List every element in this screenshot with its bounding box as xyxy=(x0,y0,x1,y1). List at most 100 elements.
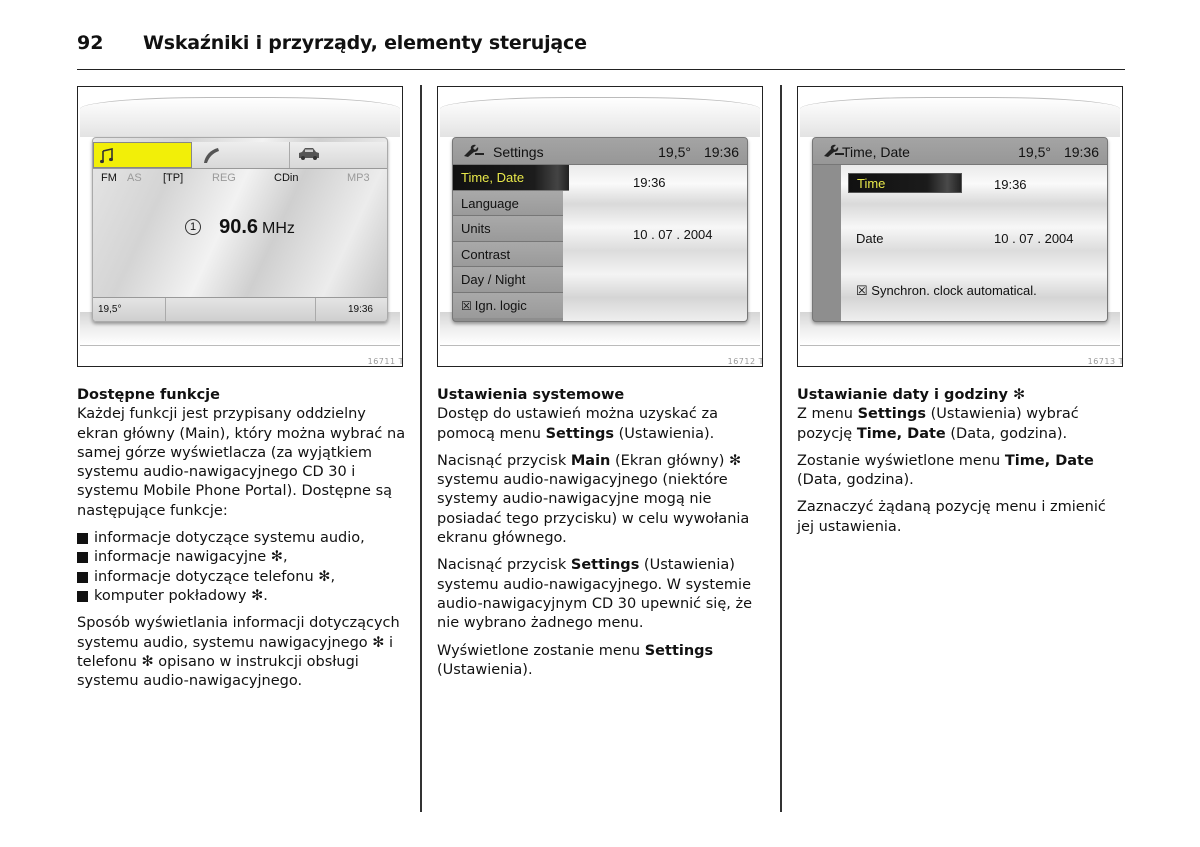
text-run: (Data, godzina). xyxy=(945,425,1068,442)
paragraph: Zostanie wyświetlone menu Time, Date (Da… xyxy=(797,452,1127,491)
page-header: 92 Wskaźniki i przyrządy, elementy steru… xyxy=(77,30,1125,70)
figure-audio-screen: FM AS [TP] REG CDin MP3 1 90.6 MHz 19,5° 1… xyxy=(77,86,403,367)
paragraph: Z menu Settings (Ustawienia) wybrać pozy… xyxy=(797,405,1127,444)
clock-time: 19:36 xyxy=(347,304,373,315)
text-bold: Time, Date xyxy=(1004,452,1094,469)
status-divider xyxy=(165,298,166,321)
outside-temperature: 19,5° xyxy=(98,304,122,315)
clock-time: 19:36 xyxy=(1063,144,1099,160)
paragraph: Zaznaczyć żądaną pozycję menu i zmienić … xyxy=(797,498,1127,537)
optional-equipment-icon: ✻ xyxy=(728,452,742,469)
car-icon xyxy=(299,148,319,160)
paragraph: Sposób wyświetlania informacji dotyczący… xyxy=(77,614,407,691)
paragraph: Nacisnąć przycisk Main (Ekran główny) ✻ … xyxy=(437,452,767,548)
text-run: systemu audio-nawigacyjnego (niektóre sy… xyxy=(437,472,750,547)
list-item-text: informacje nawigacyjne xyxy=(94,549,271,566)
checkbox-checked-icon[interactable]: ☒ xyxy=(856,283,868,298)
optional-equipment-icon: ✻ xyxy=(1013,387,1026,403)
mode-fm: FM xyxy=(101,172,117,184)
list-item: komputer pokładowy ✻. xyxy=(77,587,407,606)
text-bold: Settings xyxy=(857,406,927,423)
figure-code: 16712 T xyxy=(727,357,763,366)
menu-item-language[interactable]: Language xyxy=(453,190,563,216)
text-run: Wyświetlone zostanie menu xyxy=(437,642,645,659)
list-item: informacje dotyczące systemu audio, xyxy=(77,529,407,548)
list-item-punct: , xyxy=(330,568,336,585)
main-tabs xyxy=(93,142,387,169)
text-run: Z menu xyxy=(797,406,858,423)
text-run: (Data, godzina). xyxy=(797,472,914,489)
mode-cdin: CDin xyxy=(274,172,299,184)
menu-item-label: Ign. logic xyxy=(474,297,527,313)
frequency-display: 1 90.6 MHz xyxy=(93,216,387,239)
figure-settings-screen: Settings 19,5° 19:36 19:36 10 . 07 . 200… xyxy=(437,86,763,367)
paragraph: Nacisnąć przycisk Settings (Ustawienia) … xyxy=(437,556,767,633)
wrench-settings-icon xyxy=(464,144,484,157)
menu-item-units[interactable]: Units xyxy=(453,216,563,242)
list-item-text: informacje dotyczące systemu audio, xyxy=(94,530,365,547)
date-value: 10 . 07 . 2004 xyxy=(633,227,713,242)
optional-equipment-icon: ✻ xyxy=(141,653,154,670)
text-bold: Time, Date xyxy=(856,425,946,442)
display-bezel-top xyxy=(800,97,1120,137)
list-item: informacje dotyczące telefonu ✻, xyxy=(77,568,407,587)
frequency-value: 90.6 xyxy=(219,216,259,238)
text-bold: Main xyxy=(570,452,611,469)
outside-temperature: 19,5° xyxy=(1018,144,1051,160)
optional-equipment-icon: ✻ xyxy=(270,549,283,566)
tab-vehicle[interactable] xyxy=(290,142,387,168)
mode-mp3: MP3 xyxy=(347,172,370,184)
list-item-punct: , xyxy=(282,549,288,566)
list-item: informacje nawigacyjne ✻, xyxy=(77,548,407,567)
text-bold: Settings xyxy=(644,642,714,659)
tab-phone[interactable] xyxy=(192,142,290,168)
menu-item-contrast[interactable]: Contrast xyxy=(453,241,563,267)
menu-item-label: Day / Night xyxy=(461,272,526,287)
time-date-display: Time, Date 19,5° 19:36 Time 19:36 Date 1… xyxy=(812,137,1108,322)
settings-display: Settings 19,5° 19:36 19:36 10 . 07 . 200… xyxy=(452,137,748,322)
time-value[interactable]: 19:36 xyxy=(994,177,1027,192)
date-value[interactable]: 10 . 07 . 2004 xyxy=(994,231,1074,246)
text-bold: Settings xyxy=(545,425,615,442)
list-item-text: informacje dotyczące telefonu xyxy=(94,568,319,585)
page-title: Wskaźniki i przyrządy, elementy sterując… xyxy=(143,32,587,54)
paragraph: Dostęp do ustawień można uzyskać za pomo… xyxy=(437,405,767,444)
text-run: (Ustawienia). xyxy=(614,425,715,442)
time-date-content: Time 19:36 Date 10 . 07 . 2004 ☒ Synchro… xyxy=(841,165,1107,321)
frequency-unit: MHz xyxy=(262,220,295,237)
menu-item-label: Time, Date xyxy=(461,170,525,185)
menu-item-ign-logic[interactable]: ☒ Ign. logic xyxy=(453,292,563,318)
mode-as: AS xyxy=(127,172,142,184)
text-run: Nacisnąć przycisk xyxy=(437,557,571,574)
sync-clock-option[interactable]: ☒ Synchron. clock automatical. xyxy=(856,283,1037,299)
settings-header: Settings 19,5° 19:36 xyxy=(453,138,747,165)
time-value: 19:36 xyxy=(633,175,666,190)
figure-time-date-screen: Time, Date 19,5° 19:36 Time 19:36 Date 1… xyxy=(797,86,1123,367)
text-run: Zaznaczyć żądaną pozycję menu i zmienić … xyxy=(797,499,1106,535)
tab-audio[interactable] xyxy=(93,142,192,168)
menu-item-day-night[interactable]: Day / Night xyxy=(453,267,563,293)
menu-item-time-date[interactable]: Time, Date xyxy=(453,165,569,191)
time-date-header: Time, Date 19,5° 19:36 xyxy=(813,138,1107,165)
figure-code: 16713 T xyxy=(1087,357,1123,366)
column-available-functions: Dostępne funkcje Każdej funkcji jest prz… xyxy=(77,386,407,699)
text-run: (Ustawienia). xyxy=(437,661,533,678)
clock-time: 19:36 xyxy=(703,144,739,160)
text-run: Zostanie wyświetlone menu xyxy=(797,452,1005,469)
display-bezel-top xyxy=(80,97,400,137)
row-time[interactable]: Time xyxy=(848,173,962,193)
list-item-punct: . xyxy=(263,587,268,604)
row-label: Time xyxy=(857,176,886,191)
optional-equipment-icon: ✻ xyxy=(372,634,385,651)
heading-text: Ustawianie daty i godziny xyxy=(797,387,1008,403)
column-divider xyxy=(780,85,782,812)
mode-reg: REG xyxy=(212,172,236,184)
checkbox-checked-icon[interactable]: ☒ xyxy=(461,299,472,313)
row-date[interactable]: Date xyxy=(856,231,883,246)
status-bar: 19,5° 19:36 xyxy=(93,297,387,321)
phone-handset-icon xyxy=(204,148,219,163)
figure-code: 16711 T xyxy=(367,357,403,366)
column-divider xyxy=(420,85,422,812)
display-bezel-top xyxy=(440,97,760,137)
list-item-text: komputer pokładowy xyxy=(94,587,252,604)
